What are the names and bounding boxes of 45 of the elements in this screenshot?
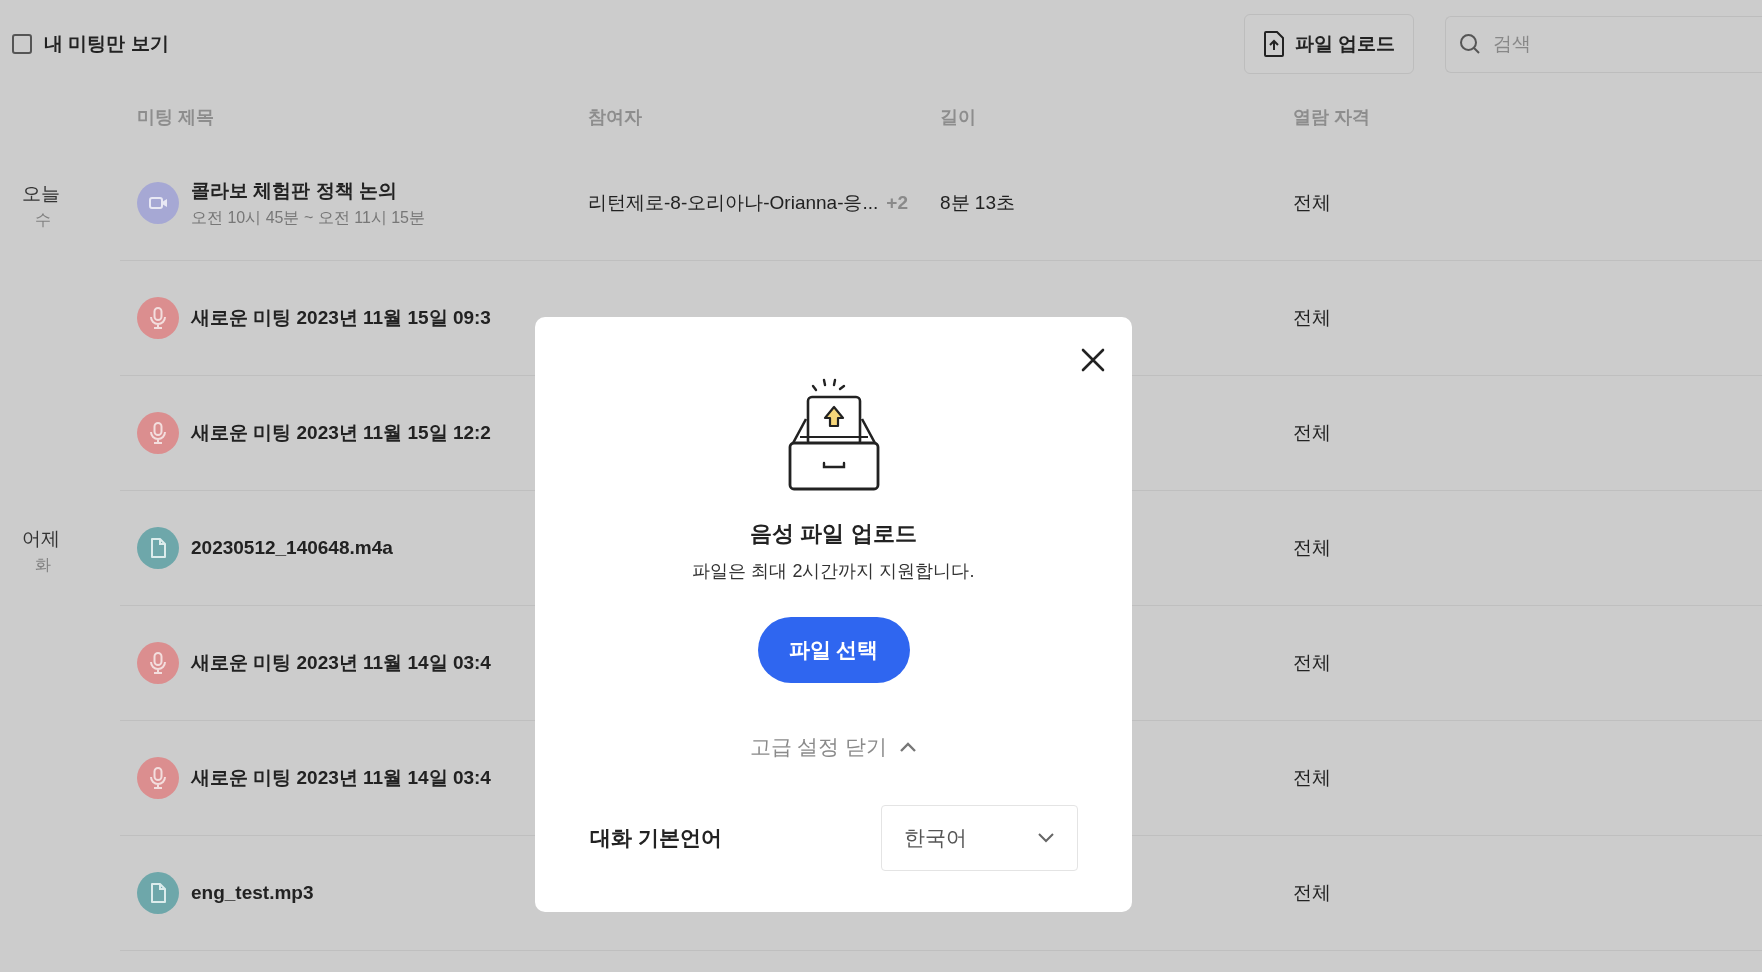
microphone-icon: [137, 412, 179, 454]
chevron-icon: [899, 741, 918, 753]
meeting-time: 오전 10시 45분 ~ 오전 11시 15분: [191, 207, 425, 228]
chevron-down-icon: [1037, 832, 1055, 844]
my-meetings-checkbox[interactable]: 내 미팅만 보기: [12, 31, 169, 57]
meeting-title[interactable]: eng_test.mp3: [191, 882, 314, 904]
day-label: 오늘: [22, 182, 60, 206]
search-field[interactable]: 검색: [1445, 15, 1762, 73]
microphone-icon: [137, 297, 179, 339]
meeting-title[interactable]: 새로운 미팅 2023년 11월 14일 03:4: [191, 765, 491, 791]
duration-text: 8분 13초: [940, 192, 1015, 213]
day-label: 어제: [22, 527, 60, 551]
file-upload-button[interactable]: 파일 업로드: [1243, 14, 1414, 74]
column-header: 길이: [940, 107, 976, 127]
search-icon: [1459, 32, 1481, 55]
access-text: 전체: [1293, 537, 1331, 558]
language-label: 대화 기본언어: [590, 825, 722, 851]
language-dropdown[interactable]: 한국어: [881, 805, 1078, 871]
microphone-icon: [137, 642, 179, 684]
access-text: 전체: [1293, 652, 1331, 673]
meeting-title[interactable]: 20230512_140648.m4a: [191, 537, 393, 559]
access-text: 전체: [1293, 192, 1331, 213]
participant-count: +2: [886, 192, 908, 214]
file-upload-icon: [1262, 31, 1285, 57]
column-header: 참여자: [588, 107, 642, 127]
meeting-title[interactable]: 새로운 미팅 2023년 11월 14일 03:4: [191, 650, 491, 676]
dialog-title: 음성 파일 업로드: [750, 520, 917, 548]
select-file-button[interactable]: 파일 선택: [757, 617, 910, 683]
meeting-title[interactable]: 콜라보 체험판 정책 논의: [191, 177, 425, 204]
document-icon: [137, 872, 179, 914]
document-icon: [137, 527, 179, 569]
access-text: 전체: [1293, 767, 1331, 788]
dialog-subtitle: 파일은 최대 2시간까지 지원합니다.: [692, 560, 975, 583]
access-text: 전체: [1293, 422, 1331, 443]
access-text: 전체: [1293, 307, 1331, 328]
meeting-title[interactable]: 새로운 미팅 2023년 11월 15일 09:3: [191, 305, 491, 331]
access-text: 전체: [1293, 882, 1331, 903]
participants-text: 리턴제로-8-오리아나-Orianna-응...: [588, 191, 879, 215]
meeting-title[interactable]: 새로운 미팅 2023년 11월 15일 12:2: [191, 420, 491, 446]
microphone-icon: [137, 757, 179, 799]
column-header: 미팅 제목: [137, 107, 214, 127]
column-header: 열람 자격: [1293, 107, 1370, 127]
weekday-label: 수: [35, 210, 51, 230]
weekday-label: 화: [35, 555, 51, 575]
video-camera-icon: [137, 182, 179, 224]
